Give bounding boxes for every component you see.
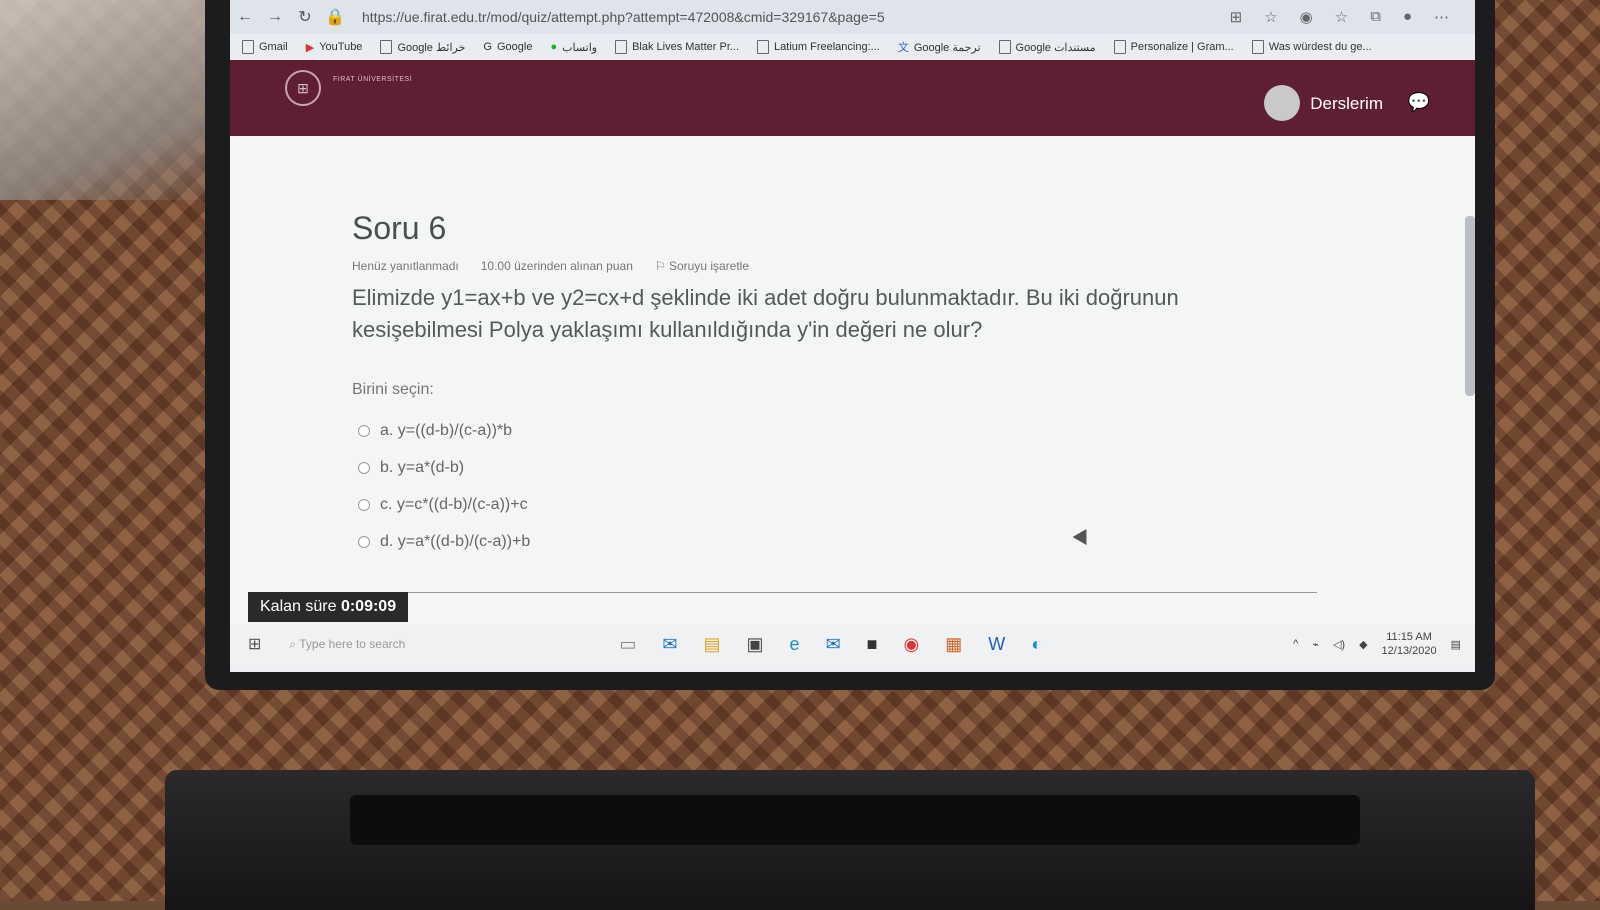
radio-button[interactable] — [358, 535, 370, 548]
screen: ← → ↻ 🔒 https://ue.firat.edu.tr/mod/quiz… — [230, 0, 1475, 672]
favorites-icon[interactable]: ☆ — [1335, 8, 1348, 26]
file-explorer-icon[interactable]: ▤ — [704, 634, 721, 655]
menu-icon[interactable]: ⋯ — [1434, 8, 1449, 26]
taskbar-apps: ▭ ✉ ▤ ▣ e ✉ ■ ◉ ▦ W ◐ — [619, 634, 1042, 655]
address-bar[interactable]: https://ue.firat.edu.tr/mod/quiz/attempt… — [362, 9, 1230, 25]
network-icon[interactable]: ⌁ — [1312, 638, 1319, 651]
app-icon[interactable]: ◐ — [1031, 634, 1042, 655]
bookmark[interactable]: ▶ YouTube — [306, 41, 363, 54]
question-title: Soru 6 — [352, 210, 447, 246]
profile-icon[interactable]: ● — [1403, 8, 1412, 26]
collections-icon[interactable]: ⧉ — [1370, 8, 1381, 26]
mouse-cursor-icon — [1072, 528, 1094, 550]
site-header: ⊞ FIRAT ÜNİVERSİTESİ Derslerim 💬 — [230, 60, 1475, 136]
app-icon[interactable]: ▦ — [945, 634, 962, 655]
answer-options: a. y=((d-b)/(c-a))*b b. y=a*(d-b) c. y=c… — [358, 412, 530, 560]
outlook-icon[interactable]: ✉ — [662, 634, 677, 655]
radio-button[interactable] — [358, 424, 370, 437]
time-remaining: Kalan süre 0:09:09 — [248, 592, 409, 622]
read-aloud-icon[interactable]: ⊞ — [1230, 8, 1243, 26]
mail-icon[interactable]: ✉ — [826, 634, 841, 655]
radio-button[interactable] — [358, 461, 370, 474]
question-points: 10.00 üzerinden alınan puan — [480, 259, 633, 273]
task-view-icon[interactable]: ▭ — [619, 634, 636, 655]
laptop: ← → ↻ 🔒 https://ue.firat.edu.tr/mod/quiz… — [165, 0, 1535, 910]
flag-icon: ⚐ — [654, 259, 669, 273]
store-icon[interactable]: ▣ — [747, 634, 764, 655]
windows-start-icon[interactable]: ⊞ — [248, 634, 261, 654]
bookmark[interactable]: Was würdest du ge... — [1251, 40, 1372, 54]
forward-icon[interactable]: → — [260, 8, 290, 26]
answer-option-c[interactable]: c. y=c*((d-b)/(c-a))+c — [358, 486, 530, 523]
page-icon — [1251, 40, 1264, 54]
youtube-icon: ▶ — [305, 41, 315, 54]
bookmark[interactable]: 文 Google ترجمة — [898, 39, 981, 55]
scrollbar[interactable] — [1465, 216, 1475, 396]
page-icon — [757, 40, 770, 54]
extension-icon[interactable]: ◉ — [1300, 8, 1313, 26]
toolbar-icons: ⊞ ☆ ◉ ☆ ⧉ ● ⋯ — [1230, 8, 1449, 26]
my-courses-link[interactable]: Derslerim — [1310, 94, 1383, 114]
answer-option-b[interactable]: b. y=a*(d-b) — [358, 449, 530, 486]
notification-icon[interactable]: ▤ — [1451, 638, 1461, 651]
bookmark[interactable]: ● واتساب — [550, 41, 597, 54]
edge-icon[interactable]: e — [790, 634, 800, 655]
page-icon — [998, 40, 1011, 54]
bookmark[interactable]: Blak Lives Matter Pr... — [615, 40, 739, 54]
chevron-up-icon[interactable]: ^ — [1293, 638, 1298, 650]
bookmark[interactable]: Google مستندات — [998, 40, 1096, 54]
radio-button[interactable] — [358, 498, 370, 511]
whatsapp-icon: ● — [550, 41, 558, 53]
question-info: Henüz yanıtlanmadı 10.00 üzerinden alına… — [352, 259, 749, 273]
taskbar: ⊞ ⌕ Type here to search ▭ ✉ ▤ ▣ e ✉ ■ ◉ … — [230, 624, 1475, 664]
answer-option-a[interactable]: a. y=((d-b)/(c-a))*b — [358, 412, 530, 449]
answer-option-d[interactable]: d. y=a*((d-b)/(c-a))+b — [358, 523, 530, 560]
divider — [352, 592, 1317, 593]
bookmark[interactable]: Google خرائط — [380, 40, 465, 54]
quiz-content: Soru 6 Henüz yanıtlanmadı 10.00 üzerinde… — [230, 136, 1475, 636]
lock-icon: 🔒 — [325, 9, 345, 26]
page-icon — [242, 40, 254, 54]
page-icon — [380, 40, 393, 54]
page-icon — [1113, 40, 1126, 54]
question-text: Elimizde y1=ax+b ve y2=cx+d şeklinde iki… — [352, 285, 1179, 342]
translate-icon: 文 — [897, 42, 909, 54]
page-icon — [615, 40, 628, 54]
intellij-icon[interactable]: ■ — [867, 634, 878, 655]
bookmark[interactable]: Gmail — [242, 40, 288, 54]
university-logo-icon[interactable]: ⊞ — [285, 70, 321, 106]
favorite-star-icon[interactable]: ☆ — [1264, 8, 1277, 26]
answer-prompt: Birini seçin: — [352, 381, 434, 398]
bookmark[interactable]: Personalize | Gram... — [1113, 40, 1234, 54]
back-icon[interactable]: ← — [230, 8, 260, 26]
question-status: Henüz yanıtlanmadı — [352, 259, 459, 273]
system-tray: ^ ⌁ ◁) ◆ 11:15 AM 12/13/2020 ▤ — [1293, 630, 1461, 658]
taskbar-search[interactable]: ⌕ Type here to search — [289, 637, 559, 652]
google-icon: G — [483, 41, 492, 53]
flag-question-link[interactable]: ⚐ Soruyu işaretle — [655, 259, 749, 273]
clock[interactable]: 11:15 AM 12/13/2020 — [1382, 630, 1437, 658]
logo-text: FIRAT ÜNİVERSİTESİ — [333, 76, 413, 83]
browser-toolbar: ← → ↻ 🔒 https://ue.firat.edu.tr/mod/quiz… — [230, 0, 1475, 34]
bookmark[interactable]: Latium Freelancing:... — [757, 40, 880, 54]
user-avatar[interactable] — [1264, 85, 1300, 121]
chat-icon[interactable]: 💬 — [1408, 92, 1430, 113]
dropbox-icon[interactable]: ◆ — [1359, 638, 1367, 651]
laptop-hinge — [350, 795, 1360, 845]
bookmarks-bar: Gmail ▶ YouTube Google خرائط G Google ● وات… — [230, 34, 1475, 60]
chrome-icon[interactable]: ◉ — [904, 634, 920, 655]
bookmark[interactable]: G Google — [483, 41, 532, 53]
volume-icon[interactable]: ◁) — [1333, 638, 1345, 651]
refresh-icon[interactable]: ↻ — [290, 7, 320, 27]
word-icon[interactable]: W — [988, 634, 1005, 655]
